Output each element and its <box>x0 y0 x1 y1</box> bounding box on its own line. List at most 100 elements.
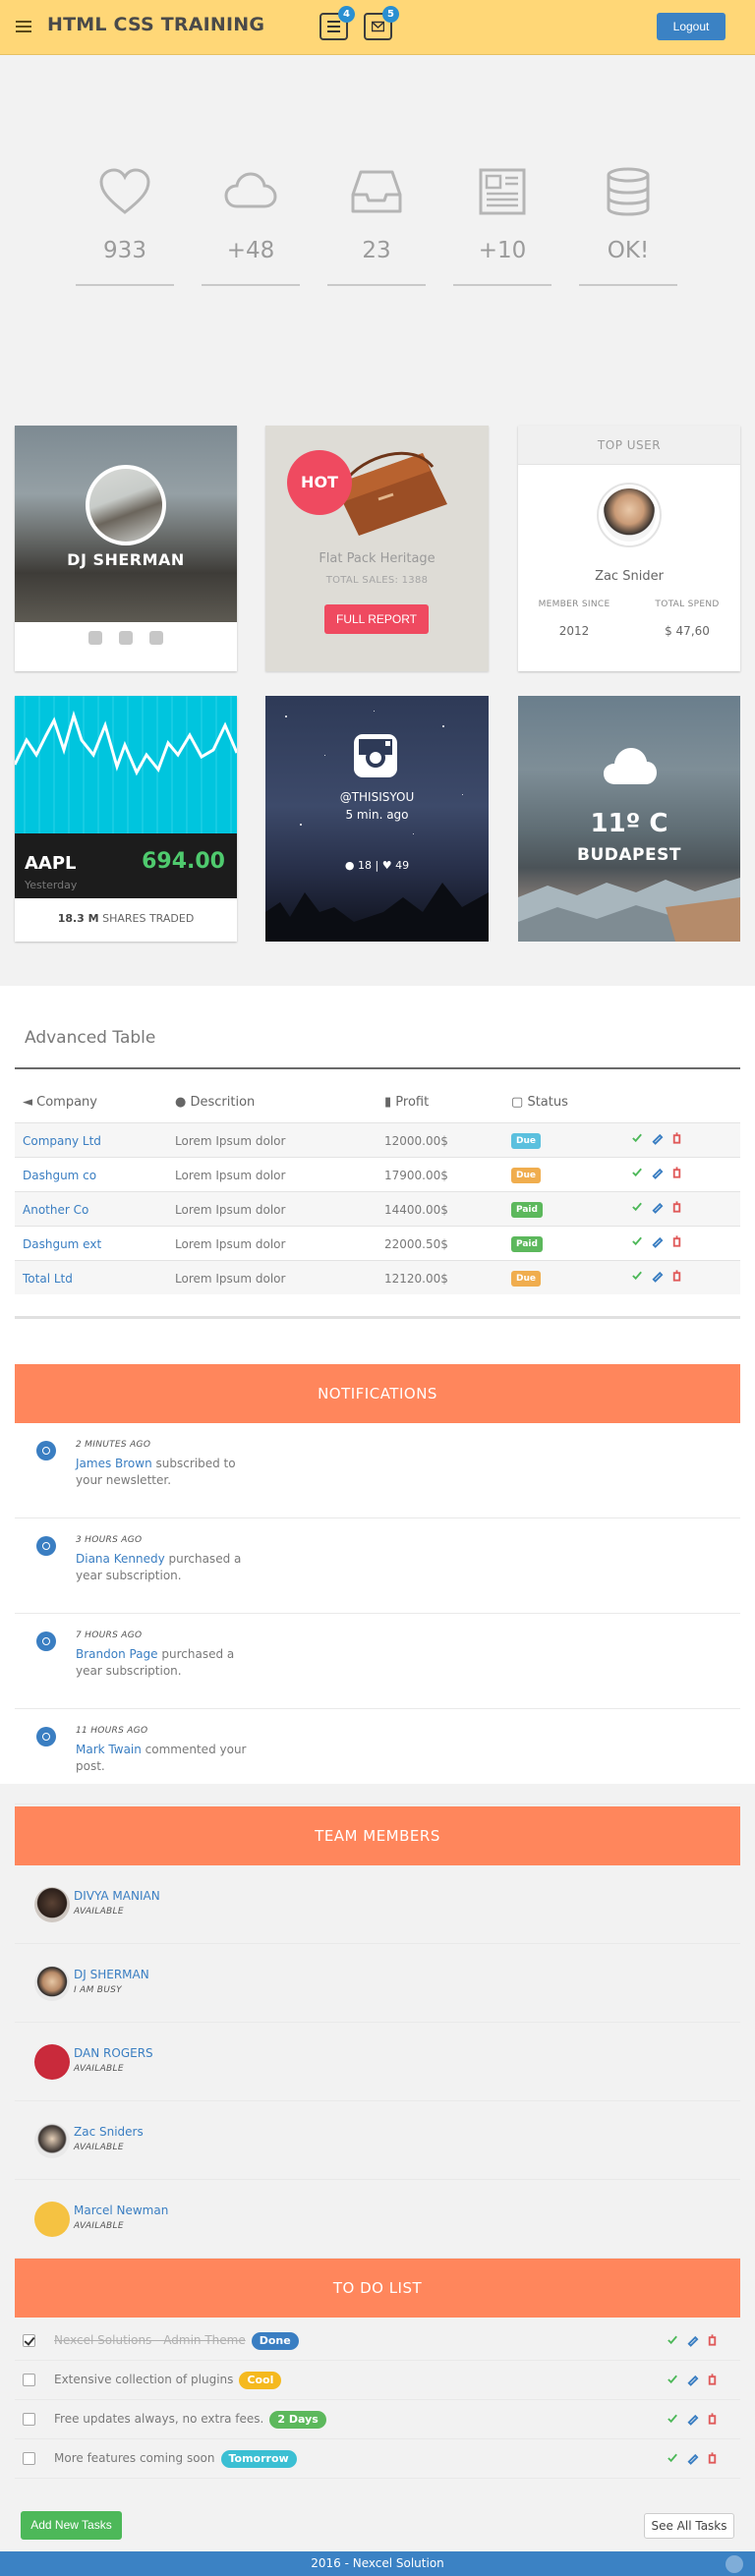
notification-item: 11 HOURS AGO Mark Twain commented your po… <box>15 1709 740 1804</box>
check-icon[interactable] <box>631 1131 644 1145</box>
todo-text: Extensive collection of plugins Cool <box>54 2372 282 2389</box>
instagram-icon[interactable] <box>353 733 398 778</box>
trash-icon[interactable] <box>706 2333 719 2347</box>
notification-user-link[interactable]: James Brown <box>76 1457 152 1470</box>
weather-temp: 11º C <box>590 809 668 838</box>
notification-user-link[interactable]: Brandon Page <box>76 1647 158 1661</box>
twitter-icon[interactable] <box>87 631 102 645</box>
pencil-icon[interactable] <box>651 1131 664 1145</box>
description-cell: Lorem Ipsum dolor <box>175 1237 286 1251</box>
trash-icon[interactable] <box>706 2373 719 2386</box>
edit-icon: ▢ <box>511 1095 524 1110</box>
check-icon[interactable] <box>631 1166 644 1179</box>
todo-checkbox[interactable] <box>23 2452 35 2465</box>
notification-user-link[interactable]: Diana Kennedy <box>76 1552 165 1566</box>
check-icon[interactable] <box>667 2333 679 2347</box>
status-label: Due <box>511 1168 541 1183</box>
full-report-button[interactable]: FULL REPORT <box>324 604 429 634</box>
instagram-time: 5 min. ago <box>345 808 409 822</box>
stat-cloud: +48 <box>202 167 300 286</box>
notification-text: James Brown subscribed to your newslette… <box>76 1456 253 1489</box>
city-roofs <box>518 878 740 942</box>
member-name-link[interactable]: DAN ROGERS <box>74 2046 153 2060</box>
todo-label: More features coming soon <box>54 2451 215 2465</box>
pencil-icon[interactable] <box>686 2373 699 2386</box>
weather-card: 11º C BUDAPEST <box>518 696 740 942</box>
pencil-icon[interactable] <box>651 1166 664 1179</box>
add-task-button[interactable]: Add New Tasks <box>21 2511 122 2540</box>
footer: 2016 - Nexcel Solution <box>0 2551 755 2576</box>
company-link[interactable]: Dashgum ext <box>23 1237 101 1251</box>
todo-label: Extensive collection of plugins <box>54 2373 234 2386</box>
profit-cell: 12000.00$ <box>384 1134 448 1148</box>
check-icon[interactable] <box>667 2451 679 2465</box>
todo-checkbox[interactable] <box>23 2374 35 2386</box>
pencil-icon[interactable] <box>651 1269 664 1283</box>
heart-icon <box>99 168 150 214</box>
stat-value: 23 <box>362 238 391 263</box>
trash-icon[interactable] <box>670 1269 683 1283</box>
todo-label: Free updates always, no extra fees. <box>54 2412 264 2426</box>
member-name-link[interactable]: DJ SHERMAN <box>74 1968 149 1981</box>
trash-icon[interactable] <box>670 1131 683 1145</box>
table-row: Another Co Lorem Ipsum dolor 14400.00$ Paid <box>15 1191 740 1226</box>
mail-button[interactable]: 5 <box>364 6 399 40</box>
pencil-icon[interactable] <box>686 2333 699 2347</box>
notification-time: 7 HOURS AGO <box>76 1631 143 1640</box>
profit-cell: 17900.00$ <box>384 1169 448 1182</box>
status-cell: Paid <box>511 1235 543 1252</box>
status-cell: Due <box>511 1167 541 1183</box>
todo-header: TO DO LIST <box>15 2259 740 2318</box>
status-label: Due <box>511 1271 541 1287</box>
notification-text: Mark Twain commented your post. <box>76 1742 253 1775</box>
member-name-link[interactable]: Zac Sniders <box>74 2125 144 2139</box>
avatar <box>34 2123 70 2158</box>
trash-icon[interactable] <box>706 2451 719 2465</box>
check-icon[interactable] <box>667 2412 679 2426</box>
description-cell: Lorem Ipsum dolor <box>175 1134 286 1148</box>
company-link[interactable]: Company Ltd <box>23 1134 101 1148</box>
todo-badge: Cool <box>239 2372 282 2389</box>
column-header-profit: ▮ Profit <box>384 1095 430 1110</box>
todo-checkbox[interactable] <box>23 2334 35 2347</box>
menu-toggle-icon[interactable] <box>16 21 31 33</box>
trash-icon[interactable] <box>670 1166 683 1179</box>
shares-traded: 18.3 M SHARES TRADED <box>15 912 237 925</box>
go-top-button[interactable] <box>726 2555 743 2573</box>
see-all-tasks-button[interactable]: See All Tasks <box>644 2513 734 2539</box>
tasks-button[interactable]: 4 <box>319 6 355 40</box>
bullhorn-icon: ◄ <box>23 1095 32 1110</box>
check-icon[interactable] <box>631 1234 644 1248</box>
avatar <box>34 2044 70 2080</box>
column-header-description: ● Descrition <box>175 1095 256 1110</box>
site-logo[interactable]: HTML CSS TRAINING <box>47 14 264 35</box>
pencil-icon[interactable] <box>686 2412 699 2426</box>
pencil-icon[interactable] <box>651 1200 664 1214</box>
tasks-icon <box>327 21 340 32</box>
footer-text: 2016 - Nexcel Solution <box>311 2556 444 2570</box>
stat-database: OK! <box>579 167 677 286</box>
company-link[interactable]: Total Ltd <box>23 1272 73 1286</box>
pencil-icon[interactable] <box>686 2451 699 2465</box>
company-link[interactable]: Dashgum co <box>23 1169 96 1182</box>
notification-user-link[interactable]: Mark Twain <box>76 1743 142 1756</box>
trash-icon[interactable] <box>670 1234 683 1248</box>
check-icon[interactable] <box>667 2373 679 2386</box>
trash-icon[interactable] <box>670 1200 683 1214</box>
member-name-link[interactable]: Marcel Newman <box>74 2204 168 2217</box>
todo-checkbox[interactable] <box>23 2413 35 2426</box>
facebook-icon[interactable] <box>119 631 133 645</box>
avatar <box>34 2202 70 2237</box>
logout-button[interactable]: Logout <box>657 13 726 40</box>
check-icon[interactable] <box>631 1269 644 1283</box>
trash-icon[interactable] <box>706 2412 719 2426</box>
dribbble-icon[interactable] <box>149 631 164 645</box>
company-link[interactable]: Another Co <box>23 1203 88 1217</box>
divider <box>327 284 426 286</box>
stock-period: Yesterday <box>25 879 78 891</box>
divider <box>15 1067 740 1069</box>
check-icon[interactable] <box>631 1200 644 1214</box>
member-name-link[interactable]: DIVYA MANIAN <box>74 1889 160 1903</box>
cloud-icon <box>224 172 277 208</box>
pencil-icon[interactable] <box>651 1234 664 1248</box>
